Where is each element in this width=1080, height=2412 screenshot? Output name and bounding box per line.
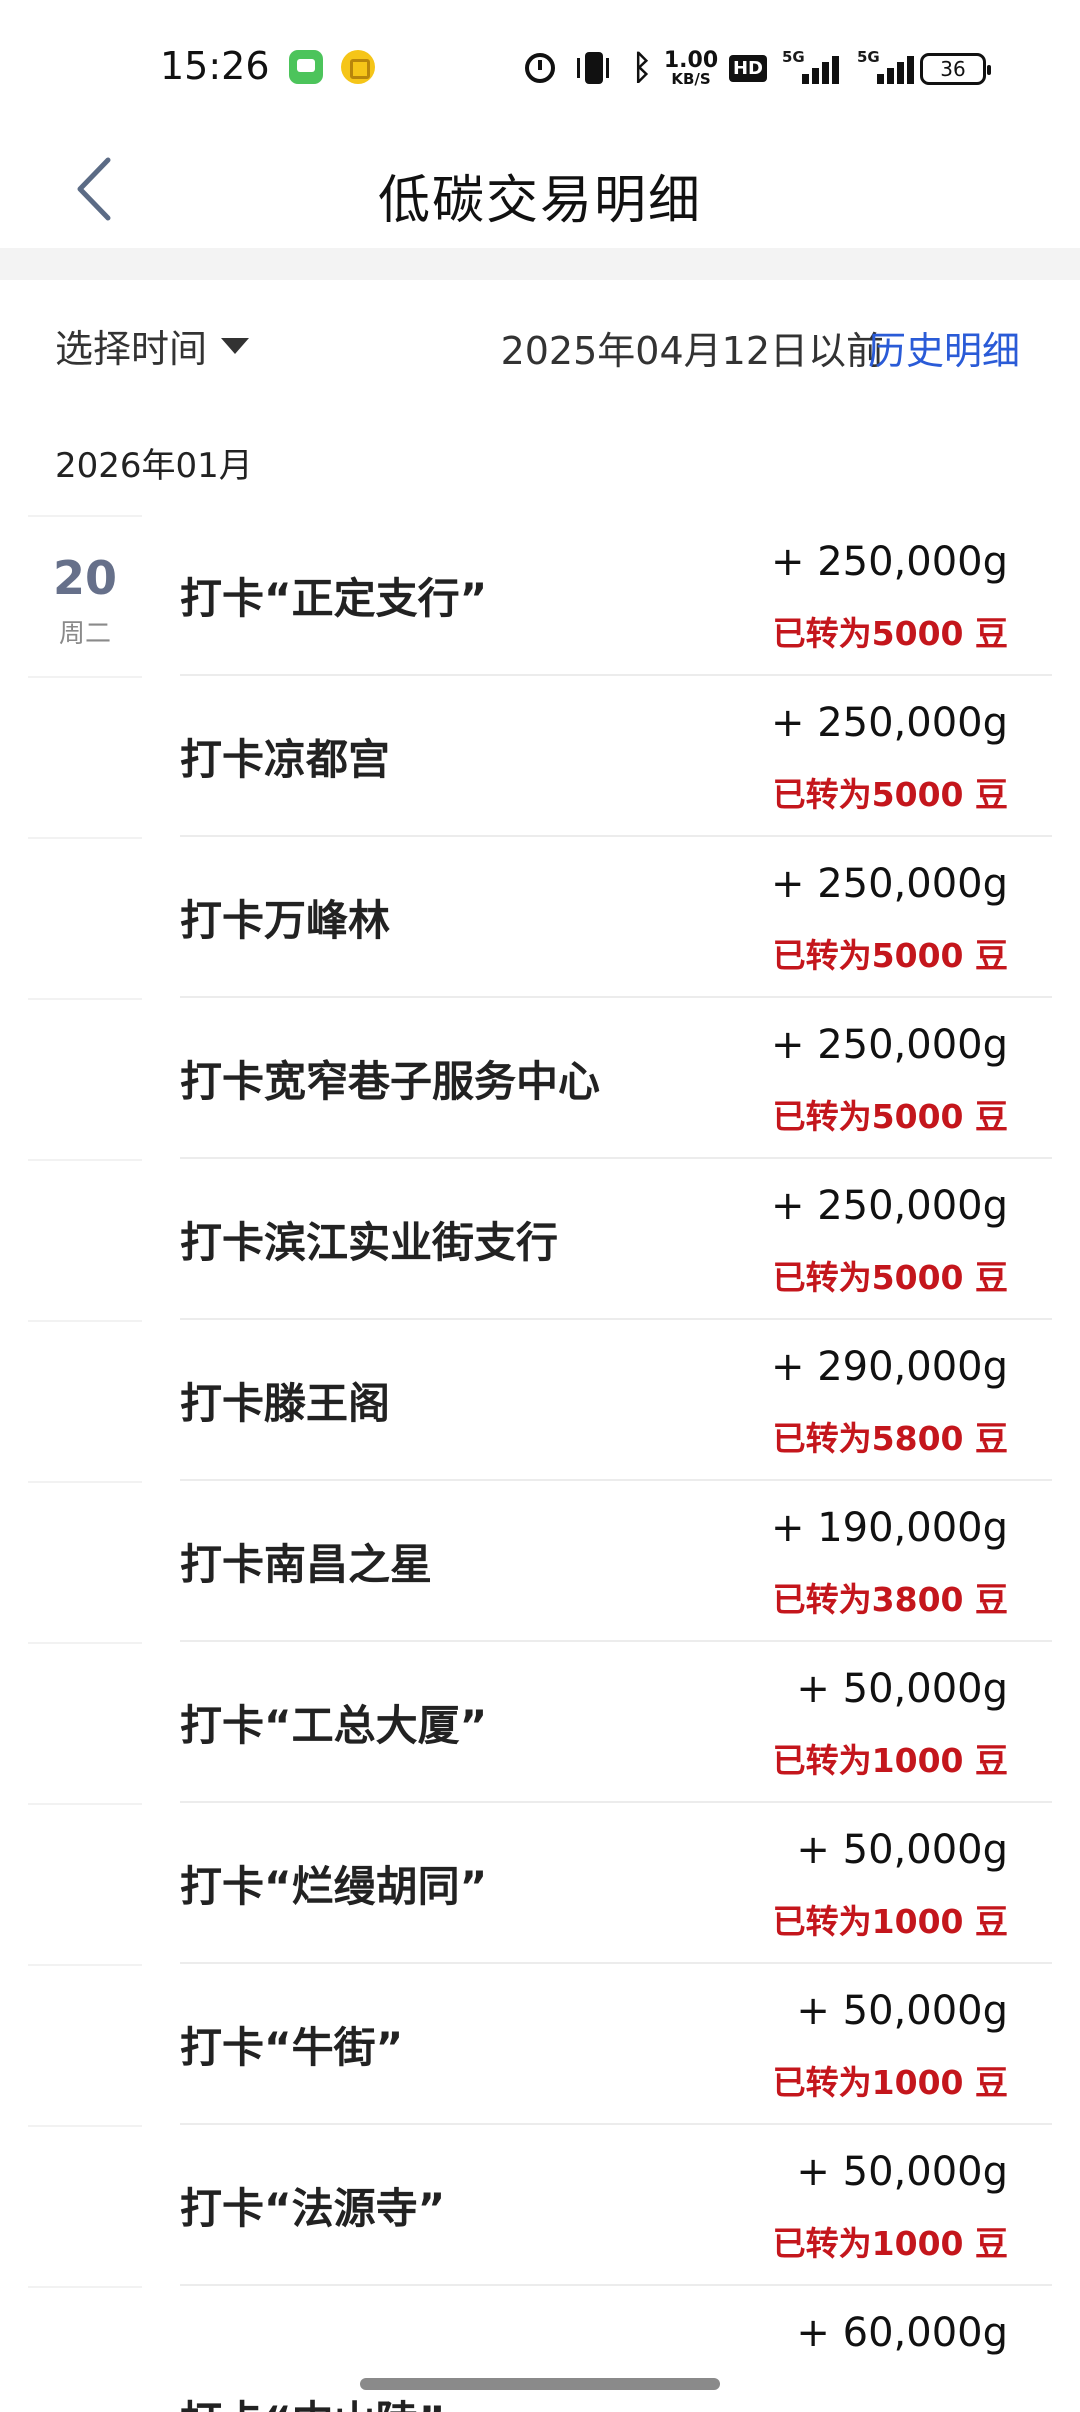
beans-converted: 已转为1000 豆 — [772, 1741, 1008, 1780]
signal-label: 5G — [857, 48, 880, 66]
transaction-row[interactable]: 打卡“法源寺” + 50,000g 已转为1000 豆 — [0, 2125, 1080, 2286]
network-speed-unit: KB/S — [671, 69, 711, 88]
vibrate-icon — [574, 50, 614, 86]
app-notification-icon — [341, 50, 375, 84]
beans-converted: 已转为5800 豆 — [772, 1419, 1008, 1458]
beans-converted: 已转为1000 豆 — [772, 1902, 1008, 1941]
transaction-title: 打卡滕王阁 — [180, 1379, 391, 1428]
transaction-row[interactable]: 打卡“中山陵” + 60,000g — [0, 2286, 1080, 2412]
hd-voice-icon: HD — [728, 50, 768, 86]
transaction-amount: + 190,000g — [770, 1505, 1008, 1551]
hd-label: HD — [728, 54, 767, 82]
date-column — [28, 1320, 142, 1481]
transaction-row[interactable]: 打卡“工总大厦” + 50,000g 已转为1000 豆 — [0, 1642, 1080, 1803]
beans-converted: 已转为5000 豆 — [772, 1258, 1008, 1297]
transaction-amount: + 50,000g — [796, 2149, 1008, 2195]
date-column — [28, 2286, 142, 2412]
day-number: 20 — [52, 551, 117, 605]
date-column — [28, 837, 142, 998]
transaction-amount: + 50,000g — [796, 1666, 1008, 1712]
header-divider — [0, 248, 1080, 280]
status-bar: 15:26 ᛒ 1.00 KB/S HD 5G 5G 36 — [0, 0, 1080, 130]
beans-converted: 已转为1000 豆 — [772, 2224, 1008, 2263]
transaction-list: 20 周二 打卡“正定支行” + 250,000g 已转为5000 豆 打卡凉都… — [0, 515, 1080, 2412]
transaction-title: 打卡滨江实业街支行 — [180, 1218, 559, 1267]
transaction-title: 打卡“牛街” — [180, 2023, 404, 2072]
date-column — [28, 1964, 142, 2125]
date-column — [28, 998, 142, 1159]
transaction-title: 打卡凉都宫 — [180, 735, 391, 784]
transaction-title: 打卡“法源寺” — [180, 2184, 446, 2233]
signal-strength-icon: 5G — [782, 48, 840, 88]
signal-strength-icon: 5G — [857, 48, 915, 88]
transaction-row[interactable]: 打卡南昌之星 + 190,000g 已转为3800 豆 — [0, 1481, 1080, 1642]
transaction-amount: + 290,000g — [770, 1344, 1008, 1390]
battery-level: 36 — [940, 57, 966, 81]
network-speed-icon: 1.00 KB/S — [663, 47, 719, 88]
time-select-label: 选择时间 — [55, 327, 208, 371]
date-column — [28, 2125, 142, 2286]
transaction-amount: + 50,000g — [796, 1988, 1008, 2034]
transaction-title: 打卡“正定支行” — [180, 574, 488, 623]
beans-converted: 已转为5000 豆 — [772, 775, 1008, 814]
network-speed-value: 1.00 — [663, 47, 719, 73]
transaction-row[interactable]: 20 周二 打卡“正定支行” + 250,000g 已转为5000 豆 — [0, 515, 1080, 676]
transaction-row[interactable]: 打卡滨江实业街支行 + 250,000g 已转为5000 豆 — [0, 1159, 1080, 1320]
transaction-title: 打卡宽窄巷子服务中心 — [180, 1057, 601, 1106]
date-column: 20 周二 — [28, 515, 142, 676]
caret-down-icon — [221, 337, 250, 354]
app-header: 低碳交易明细 — [0, 130, 1080, 248]
weekday-label: 周二 — [58, 619, 111, 649]
transaction-amount: + 250,000g — [770, 1022, 1008, 1068]
transaction-title: 打卡“烂缦胡同” — [180, 1862, 488, 1911]
message-notification-icon — [289, 50, 323, 84]
time-select-dropdown[interactable]: 选择时间 — [55, 318, 250, 373]
beans-converted: 已转为3800 豆 — [772, 1580, 1008, 1619]
transaction-amount: + 250,000g — [770, 539, 1008, 585]
signal-label: 5G — [782, 48, 805, 66]
transaction-row[interactable]: 打卡宽窄巷子服务中心 + 250,000g 已转为5000 豆 — [0, 998, 1080, 1159]
transaction-amount: + 250,000g — [770, 1183, 1008, 1229]
transaction-amount: + 250,000g — [770, 861, 1008, 907]
transaction-row[interactable]: 打卡万峰林 + 250,000g 已转为5000 豆 — [0, 837, 1080, 998]
date-column — [28, 1803, 142, 1964]
beans-converted: 已转为5000 豆 — [772, 614, 1008, 653]
alarm-icon — [522, 50, 558, 86]
battery-icon: 36 — [920, 53, 991, 85]
before-date-text: 2025年04月12日以前 — [500, 329, 884, 373]
transaction-row[interactable]: 打卡“牛街” + 50,000g 已转为1000 豆 — [0, 1964, 1080, 2125]
bluetooth-icon: ᛒ — [631, 48, 653, 88]
filter-row: 选择时间 2025年04月12日以前 历史明细 — [0, 300, 1080, 390]
status-time: 15:26 — [160, 44, 270, 88]
beans-converted: 已转为5000 豆 — [772, 1097, 1008, 1136]
transaction-title: 打卡万峰林 — [180, 896, 391, 945]
beans-converted: 已转为1000 豆 — [772, 2063, 1008, 2102]
date-column — [28, 676, 142, 837]
month-label: 2026年01月 — [55, 446, 253, 486]
transaction-row[interactable]: 打卡滕王阁 + 290,000g 已转为5800 豆 — [0, 1320, 1080, 1481]
home-indicator[interactable] — [360, 2378, 720, 2390]
transaction-amount: + 250,000g — [770, 700, 1008, 746]
transaction-amount: + 60,000g — [796, 2310, 1008, 2356]
date-column — [28, 1481, 142, 1642]
transaction-row[interactable]: 打卡凉都宫 + 250,000g 已转为5000 豆 — [0, 676, 1080, 837]
transaction-title: 打卡“工总大厦” — [180, 1701, 488, 1750]
transaction-row[interactable]: 打卡“烂缦胡同” + 50,000g 已转为1000 豆 — [0, 1803, 1080, 1964]
transaction-amount: + 50,000g — [796, 1827, 1008, 1873]
transaction-title: 打卡“中山陵” — [180, 2338, 445, 2412]
history-details-link[interactable]: 历史明细 — [868, 320, 1020, 375]
page-title: 低碳交易明细 — [377, 171, 702, 231]
date-column — [28, 1642, 142, 1803]
beans-converted: 已转为5000 豆 — [772, 936, 1008, 975]
date-column — [28, 1159, 142, 1320]
transaction-title: 打卡南昌之星 — [180, 1540, 433, 1589]
